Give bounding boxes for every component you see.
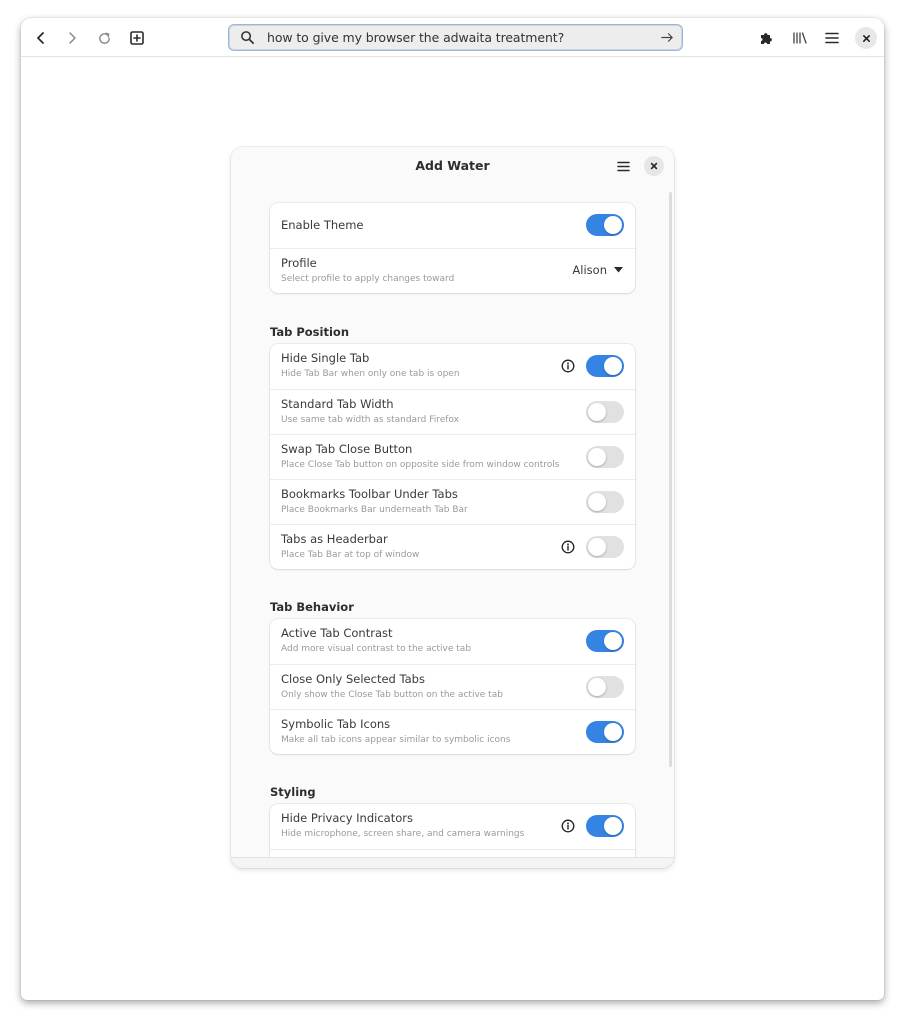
setting-row-partial xyxy=(270,849,635,857)
row-subtitle: Use same tab width as standard Firefox xyxy=(281,415,459,425)
row-subtitle: Hide Tab Bar when only one tab is open xyxy=(281,369,460,379)
add-water-dialog: Add Water Enable Theme Profile Select pr… xyxy=(231,147,674,868)
general-settings-group: Enable Theme Profile Select profile to a… xyxy=(270,203,635,293)
row-title: Symbolic Tab Icons xyxy=(281,717,391,731)
row-title: Swap Tab Close Button xyxy=(281,442,413,456)
setting-row: Tabs as Headerbar Place Tab Bar at top of… xyxy=(270,524,635,569)
row-title: Profile xyxy=(281,256,317,270)
switch-knob xyxy=(588,538,606,556)
chevron-right-icon xyxy=(69,32,76,44)
dropdown-arrow-icon xyxy=(614,267,623,273)
info-icon[interactable] xyxy=(561,819,575,833)
extensions-button[interactable] xyxy=(754,25,780,51)
setting-row: Close Only Selected Tabs Only show the Cl… xyxy=(270,664,635,709)
url-bar[interactable]: how to give my browser the adwaita treat… xyxy=(228,24,683,51)
enable-theme-row: Enable Theme xyxy=(270,203,635,248)
switch-knob xyxy=(604,632,622,650)
setting-switch[interactable] xyxy=(586,355,624,377)
reload-icon xyxy=(98,32,110,44)
hamburger-menu-icon xyxy=(825,32,839,44)
dialog-content[interactable]: Enable Theme Profile Select profile to a… xyxy=(231,185,674,857)
switch-knob xyxy=(588,448,606,466)
setting-row: Bookmarks Toolbar Under Tabs Place Bookma… xyxy=(270,479,635,524)
row-title: Active Tab Contrast xyxy=(281,626,393,640)
tab-behavior-group: Active Tab Contrast Add more visual contr… xyxy=(270,619,635,754)
app-menu-button[interactable] xyxy=(819,25,845,51)
setting-switch[interactable] xyxy=(586,630,624,652)
setting-switch[interactable] xyxy=(586,536,624,558)
library-icon xyxy=(793,32,807,44)
switch-knob xyxy=(604,357,622,375)
styling-heading: Styling xyxy=(270,785,316,799)
dialog-footer xyxy=(231,857,674,868)
reload-button[interactable] xyxy=(91,25,117,51)
hamburger-menu-icon xyxy=(616,161,630,171)
setting-switch[interactable] xyxy=(586,401,624,423)
setting-switch[interactable] xyxy=(586,676,624,698)
new-tab-icon xyxy=(130,31,144,45)
profile-row: Profile Select profile to apply changes … xyxy=(270,248,635,293)
setting-switch[interactable] xyxy=(586,491,624,513)
row-title: Hide Single Tab xyxy=(281,351,370,365)
new-tab-button[interactable] xyxy=(124,25,150,51)
forward-button[interactable] xyxy=(59,25,85,51)
setting-row: Hide Privacy Indicators Hide microphone, … xyxy=(270,804,635,849)
row-title: Tabs as Headerbar xyxy=(281,532,388,546)
row-title: Bookmarks Toolbar Under Tabs xyxy=(281,487,458,501)
profile-dropdown[interactable]: Alison xyxy=(572,263,623,277)
setting-row: Hide Single Tab Hide Tab Bar when only on… xyxy=(270,344,635,389)
switch-knob xyxy=(604,216,622,234)
row-subtitle: Select profile to apply changes toward xyxy=(281,274,455,284)
row-title: Hide Privacy Indicators xyxy=(281,811,413,825)
dialog-title: Add Water xyxy=(415,158,490,173)
tab-position-group: Hide Single Tab Hide Tab Bar when only on… xyxy=(270,344,635,569)
arrow-right-icon[interactable] xyxy=(660,30,675,45)
puzzle-icon xyxy=(761,33,772,44)
search-icon xyxy=(241,31,254,44)
dialog-menu-button[interactable] xyxy=(613,156,633,176)
row-title: Close Only Selected Tabs xyxy=(281,672,425,686)
close-window-button[interactable] xyxy=(855,27,877,49)
row-subtitle: Place Tab Bar at top of window xyxy=(281,550,420,560)
dialog-header: Add Water xyxy=(231,147,674,185)
setting-row: Symbolic Tab Icons Make all tab icons app… xyxy=(270,709,635,754)
switch-knob xyxy=(588,678,606,696)
row-title: Enable Theme xyxy=(281,218,364,232)
setting-switch[interactable] xyxy=(586,446,624,468)
switch-knob xyxy=(604,723,622,741)
row-subtitle: Place Bookmarks Bar underneath Tab Bar xyxy=(281,505,468,515)
row-title: Standard Tab Width xyxy=(281,397,394,411)
row-subtitle: Make all tab icons appear similar to sym… xyxy=(281,735,511,745)
library-button[interactable] xyxy=(787,25,813,51)
url-text[interactable]: how to give my browser the adwaita treat… xyxy=(267,30,564,45)
browser-toolbar: how to give my browser the adwaita treat… xyxy=(21,18,884,57)
close-icon xyxy=(862,34,870,42)
setting-row: Swap Tab Close Button Place Close Tab but… xyxy=(270,434,635,479)
switch-knob xyxy=(588,403,606,421)
profile-value: Alison xyxy=(572,263,607,277)
row-subtitle: Add more visual contrast to the active t… xyxy=(281,644,472,654)
dialog-close-button[interactable] xyxy=(644,156,664,176)
switch-knob xyxy=(604,817,622,835)
setting-switch[interactable] xyxy=(586,815,624,837)
setting-switch[interactable] xyxy=(586,721,624,743)
dialog-scrollbar[interactable] xyxy=(669,192,672,767)
setting-row: Standard Tab Width Use same tab width as … xyxy=(270,389,635,434)
row-subtitle: Hide microphone, screen share, and camer… xyxy=(281,829,525,839)
styling-group: Hide Privacy Indicators Hide microphone, … xyxy=(270,804,635,857)
tab-position-heading: Tab Position xyxy=(270,325,350,339)
setting-row: Active Tab Contrast Add more visual contr… xyxy=(270,619,635,664)
close-icon xyxy=(650,162,658,170)
row-subtitle: Place Close Tab button on opposite side … xyxy=(281,460,560,470)
row-subtitle: Only show the Close Tab button on the ac… xyxy=(281,690,503,700)
tab-behavior-heading: Tab Behavior xyxy=(270,600,354,614)
info-icon[interactable] xyxy=(561,359,575,373)
enable-theme-switch[interactable] xyxy=(586,214,624,236)
info-icon[interactable] xyxy=(561,540,575,554)
switch-knob xyxy=(588,493,606,511)
back-button[interactable] xyxy=(28,25,54,51)
chevron-left-icon xyxy=(37,32,44,44)
